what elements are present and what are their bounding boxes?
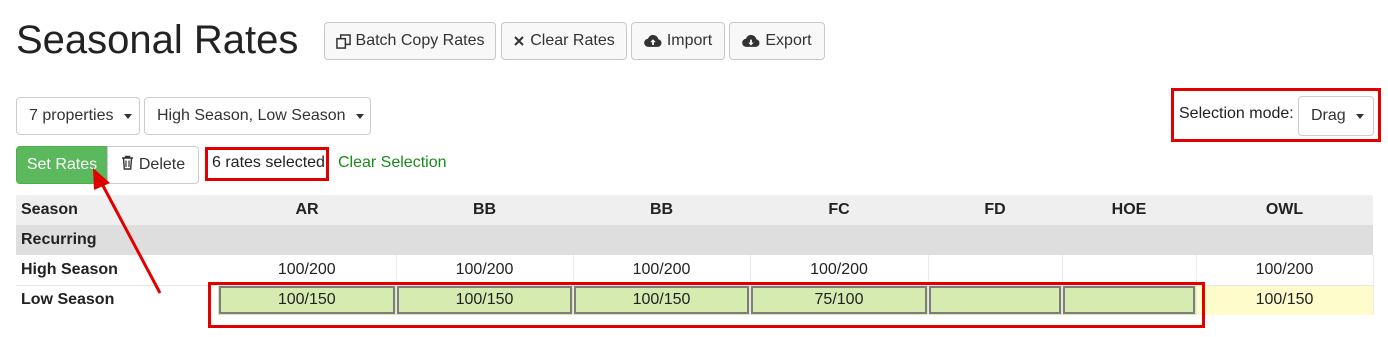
caret-down-icon bbox=[1355, 113, 1364, 119]
seasons-dropdown[interactable]: High Season, Low Season bbox=[144, 97, 371, 135]
selected-cells-highlight bbox=[208, 282, 1205, 328]
column-header[interactable]: HOE bbox=[1062, 195, 1196, 225]
group-row-recurring: Recurring bbox=[16, 225, 1373, 255]
cloud-upload-icon bbox=[644, 34, 662, 48]
caret-down-icon bbox=[355, 113, 364, 119]
properties-dropdown-value: 7 properties bbox=[29, 107, 114, 124]
trash-icon bbox=[121, 155, 134, 175]
column-header[interactable]: AR bbox=[218, 195, 396, 225]
row-label: Low Season bbox=[21, 291, 115, 309]
selection-mode-value: Drag bbox=[1311, 107, 1346, 124]
set-rates-button[interactable]: Set Rates bbox=[16, 146, 108, 184]
delete-button[interactable]: Delete bbox=[107, 146, 199, 184]
column-header-season: Season bbox=[16, 195, 218, 225]
column-header[interactable]: BB bbox=[573, 195, 750, 225]
import-button[interactable]: Import bbox=[631, 22, 725, 60]
column-header[interactable]: FC bbox=[750, 195, 928, 225]
rate-cell[interactable] bbox=[928, 255, 1063, 286]
export-label: Export bbox=[765, 32, 812, 49]
rate-cell[interactable]: 100/200 bbox=[218, 255, 397, 286]
properties-dropdown[interactable]: 7 properties bbox=[16, 97, 140, 135]
column-header[interactable]: FD bbox=[928, 195, 1062, 225]
clear-rates-button[interactable]: Clear Rates bbox=[501, 22, 627, 60]
table-row: High Season 100/200 100/200 100/200 100/… bbox=[16, 255, 1374, 286]
clear-rates-label: Clear Rates bbox=[530, 32, 615, 49]
rate-cell[interactable]: 100/200 bbox=[750, 255, 929, 286]
batch-copy-rates-button[interactable]: Batch Copy Rates bbox=[324, 22, 496, 60]
copy-icon bbox=[335, 33, 351, 49]
group-label: Recurring bbox=[16, 225, 1373, 255]
selected-count-text: 6 rates selected bbox=[212, 154, 325, 171]
cloud-download-icon bbox=[742, 34, 760, 48]
row-label: High Season bbox=[16, 255, 218, 286]
rate-cell[interactable]: 100/200 bbox=[573, 255, 751, 286]
export-button[interactable]: Export bbox=[729, 22, 825, 60]
column-header[interactable]: OWL bbox=[1196, 195, 1373, 225]
table-header-row: Season AR BB BB FC FD HOE OWL bbox=[16, 195, 1373, 225]
caret-down-icon bbox=[123, 113, 132, 119]
page-title: Seasonal Rates bbox=[16, 18, 299, 62]
rate-cell[interactable]: 100/150 bbox=[1196, 285, 1374, 315]
close-icon bbox=[513, 35, 525, 47]
selection-mode-label: Selection mode: bbox=[1179, 105, 1294, 122]
rate-cell[interactable]: 100/200 bbox=[1196, 255, 1374, 286]
selection-mode-dropdown[interactable]: Drag bbox=[1298, 96, 1374, 136]
import-label: Import bbox=[666, 32, 713, 49]
delete-label: Delete bbox=[138, 156, 186, 173]
column-header[interactable]: BB bbox=[396, 195, 573, 225]
rate-cell[interactable] bbox=[1062, 255, 1197, 286]
batch-copy-rates-label: Batch Copy Rates bbox=[355, 32, 485, 49]
seasons-dropdown-value: High Season, Low Season bbox=[157, 107, 346, 124]
rate-cell[interactable]: 100/200 bbox=[396, 255, 574, 286]
clear-selection-link[interactable]: Clear Selection bbox=[338, 154, 447, 172]
